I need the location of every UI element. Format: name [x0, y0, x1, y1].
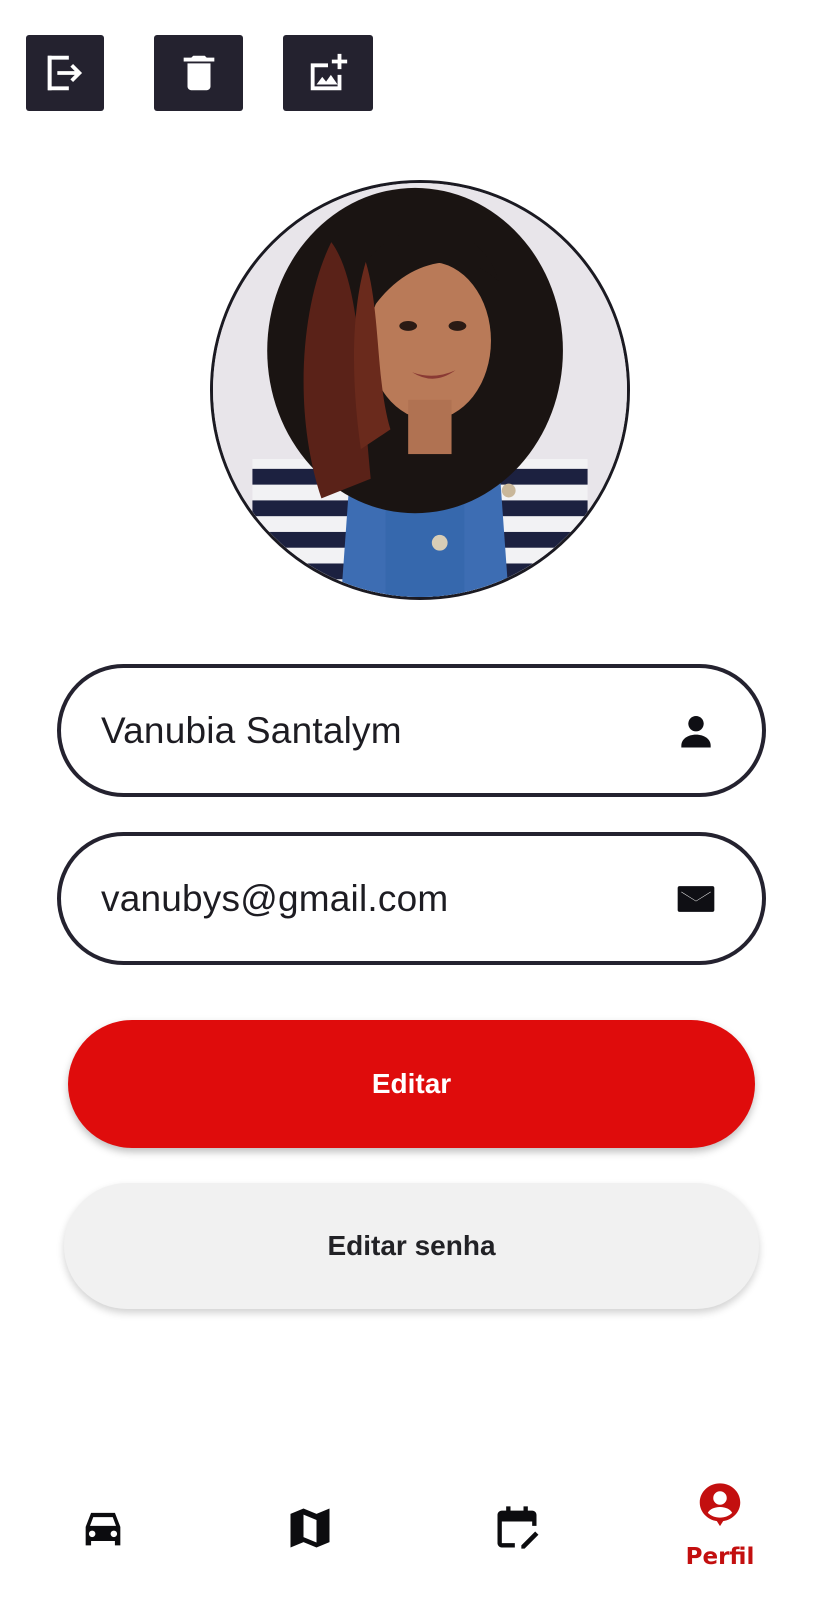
nav-item-cars[interactable] [43, 1480, 163, 1600]
profile-pin-icon [699, 1483, 741, 1527]
profile-avatar[interactable] [210, 180, 630, 600]
car-icon [85, 1512, 121, 1546]
trash-icon [183, 55, 214, 91]
name-field[interactable] [57, 664, 766, 797]
profile-photo [213, 183, 627, 597]
logout-icon [47, 55, 83, 91]
add-photo-icon [310, 53, 348, 91]
nav-item-profile[interactable]: Perfil [660, 1480, 780, 1600]
email-input[interactable] [101, 877, 674, 920]
nav-label-profile: Perfil [685, 1544, 755, 1570]
delete-button[interactable] [154, 35, 243, 111]
mail-icon [674, 877, 718, 921]
edit-button[interactable]: Editar [68, 1020, 755, 1148]
name-input[interactable] [101, 709, 674, 752]
calendar-edit-icon [497, 1506, 539, 1549]
logout-button[interactable] [26, 35, 104, 111]
person-icon [674, 709, 718, 753]
nav-item-calendar[interactable] [457, 1480, 577, 1600]
bottom-nav: Perfil [0, 1480, 823, 1600]
profile-screen: Editar Editar senha Perfil [0, 0, 823, 1600]
map-icon [290, 1508, 330, 1548]
nav-item-map[interactable] [250, 1480, 370, 1600]
edit-password-button[interactable]: Editar senha [64, 1183, 759, 1309]
email-field[interactable] [57, 832, 766, 965]
add-photo-button[interactable] [283, 35, 373, 111]
